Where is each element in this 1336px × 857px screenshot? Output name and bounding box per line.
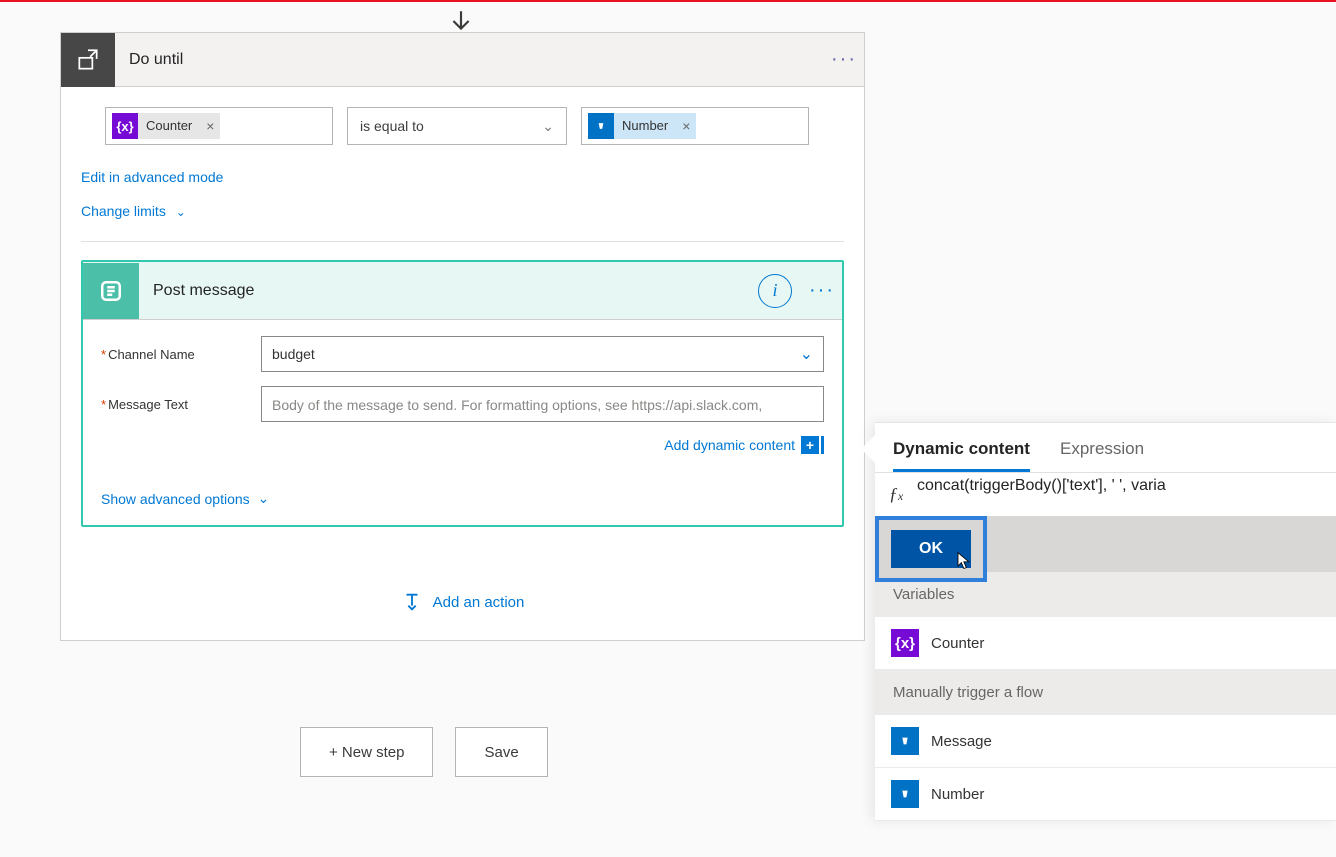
operator-label: is equal to [360,118,424,134]
do-until-menu-icon[interactable]: ··· [824,48,864,71]
add-dynamic-label: Add dynamic content [664,437,795,453]
ok-highlight: OK [875,516,987,582]
do-until-title: Do until [115,51,824,69]
message-input[interactable]: Body of the message to send. For formatt… [261,386,824,422]
post-message-card: Post message i ··· *Channel Name budget … [81,260,844,527]
channel-select[interactable]: budget ⌄ [261,336,824,372]
panel-pointer-icon [861,435,875,463]
condition-left-input[interactable]: {x} Counter × [105,107,333,145]
section-trigger: Manually trigger a flow [875,670,1336,715]
change-limits-label: Change limits [81,203,166,219]
condition-operator-select[interactable]: is equal to ⌄ [347,107,567,145]
trigger-icon [891,780,919,808]
show-advanced-options[interactable]: Show advanced options ⌄ [83,484,842,525]
change-limits-link[interactable]: Change limits ⌄ [81,203,844,219]
panel-bar-icon [821,436,824,454]
dc-item-counter[interactable]: {x} Counter [875,617,1336,670]
add-action-row: Add an action [81,591,844,616]
token-remove-icon[interactable]: × [200,113,220,139]
ok-bar: OK [875,516,1336,572]
divider [81,241,844,242]
add-action-button[interactable]: Add an action [401,591,525,613]
trigger-icon [588,113,614,139]
do-until-body: {x} Counter × is equal to ⌄ Number [61,87,864,640]
edit-advanced-label: Edit in advanced mode [81,169,223,185]
dc-item-label: Number [931,786,984,803]
tab-expression[interactable]: Expression [1060,439,1144,472]
do-until-icon [61,33,115,87]
add-action-label: Add an action [433,594,525,611]
dynamic-content-panel: Dynamic content Expression ƒx concat(tri… [875,422,1336,821]
message-label: *Message Text [101,397,261,412]
new-step-button[interactable]: + New step [300,727,433,777]
tab-dynamic-content[interactable]: Dynamic content [893,439,1030,472]
add-dynamic-row: Add dynamic content + [101,436,824,454]
footer-buttons: + New step Save [300,727,548,777]
channel-label: *Channel Name [101,347,261,362]
post-message-header[interactable]: Post message i ··· [83,262,842,320]
variable-icon: {x} [112,113,138,139]
trigger-icon [891,727,919,755]
add-dynamic-content-button[interactable]: Add dynamic content + [664,436,824,454]
token-label: Counter [138,113,200,139]
slack-icon [83,263,139,319]
chevron-down-icon: ⌄ [800,344,813,364]
post-message-title: Post message [139,282,758,300]
advanced-options-label: Show advanced options [101,491,250,507]
plus-icon: + [801,436,819,454]
condition-row: {x} Counter × is equal to ⌄ Number [81,107,844,145]
variable-icon: {x} [891,629,919,657]
channel-label-text: Channel Name [108,347,195,362]
token-label: Number [614,113,676,139]
expression-input-row: ƒx concat(triggerBody()['text'], ' ', va… [875,472,1336,516]
do-until-card: Do until ··· {x} Counter × is equal to ⌄ [60,32,865,641]
dc-item-message[interactable]: Message [875,715,1336,768]
chevron-down-icon: ⌄ [176,205,186,219]
dc-item-label: Counter [931,635,984,652]
save-button[interactable]: Save [455,727,547,777]
post-message-body: *Channel Name budget ⌄ *Message Text Bod… [83,320,842,484]
dc-item-number[interactable]: Number [875,768,1336,821]
token-number[interactable]: Number × [588,113,696,139]
token-remove-icon[interactable]: × [676,113,696,139]
fx-icon: ƒx [875,484,917,505]
flow-canvas: Do until ··· {x} Counter × is equal to ⌄ [0,2,1336,857]
chevron-down-icon: ⌄ [258,490,270,507]
expression-input[interactable]: concat(triggerBody()['text'], ' ', varia [917,477,1336,513]
channel-value: budget [272,346,315,362]
post-message-menu-icon[interactable]: ··· [802,279,842,302]
condition-right-input[interactable]: Number × [581,107,809,145]
edit-advanced-link[interactable]: Edit in advanced mode [81,169,844,185]
dc-item-label: Message [931,733,992,750]
do-until-header[interactable]: Do until ··· [61,33,864,87]
info-icon[interactable]: i [758,274,792,308]
insert-step-icon [401,591,423,613]
channel-row: *Channel Name budget ⌄ [101,336,824,372]
dc-tabs: Dynamic content Expression [875,423,1336,472]
token-counter[interactable]: {x} Counter × [112,113,220,139]
message-label-text: Message Text [108,397,188,412]
cursor-icon [953,550,973,572]
message-row: *Message Text Body of the message to sen… [101,386,824,422]
chevron-down-icon: ⌄ [542,118,554,135]
